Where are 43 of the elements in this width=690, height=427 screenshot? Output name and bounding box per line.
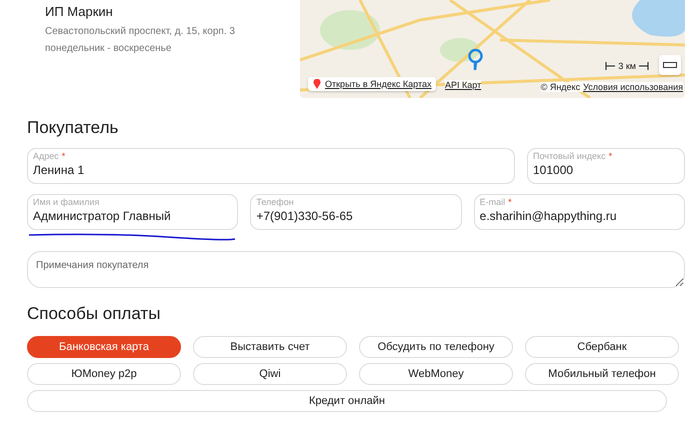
payment-method-button[interactable]: Обсудить по телефону [359, 336, 513, 358]
ruler-icon [663, 62, 677, 68]
pickup-point-address: Севастопольский проспект, д. 15, корп. 3 понедельник - воскресенье [45, 25, 236, 56]
map[interactable]: Открыть в Яндекс Картах API Карт 3 км © Яндекс Условия использования [300, 0, 685, 98]
field-input[interactable]: 101000 [533, 163, 679, 177]
required-mark: * [62, 151, 66, 161]
ruler-button[interactable] [659, 55, 681, 75]
scale-bar-icon [639, 62, 649, 70]
field-input[interactable]: e.sharihin@happything.ru [480, 209, 679, 223]
field-label: E-mail [480, 197, 506, 207]
terms-link[interactable]: Условия использования [583, 82, 683, 92]
section-heading: Покупатель [27, 118, 120, 138]
section-heading: Способы оплаты [27, 304, 162, 324]
notes-field[interactable]: Примечания покупателя [27, 251, 685, 288]
map-pin-icon [313, 79, 321, 89]
field-label: Телефон [256, 197, 294, 207]
required-mark: * [508, 197, 512, 207]
field-input[interactable]: Администратор Главный [33, 209, 232, 223]
open-in-maps-link[interactable]: Открыть в Яндекс Картах [308, 77, 436, 91]
text-field[interactable]: Телефон +7(901)330-56-65 [250, 194, 462, 230]
field-label: Имя и фамилия [33, 197, 100, 207]
text-field[interactable]: Адрес * Ленина 1 [27, 148, 515, 184]
field-input[interactable]: +7(901)330-56-65 [256, 209, 456, 223]
field-input[interactable]: Ленина 1 [33, 163, 509, 177]
copyright-text: © Яндекс [540, 82, 580, 92]
payment-method-button[interactable]: Банковская карта [27, 336, 181, 358]
text-field[interactable]: Имя и фамилия Администратор Главный [27, 194, 238, 230]
payment-method-button[interactable]: Выставить счет [193, 336, 347, 358]
field-label: Почтовый индекс [533, 151, 606, 161]
payment-method-button[interactable]: Кредит онлайн [27, 390, 667, 412]
payment-method-button[interactable]: WebMoney [359, 363, 513, 385]
field-label: Адрес [33, 151, 59, 161]
payment-method-button[interactable]: Сбербанк [525, 336, 679, 358]
text-field[interactable]: E-mail * e.sharihin@happything.ru [474, 194, 685, 230]
pickup-point-name: ИП Маркин [45, 4, 114, 19]
payment-method-button[interactable]: Мобильный телефон [525, 363, 679, 385]
payment-method-button[interactable]: ЮMoney p2p [27, 363, 181, 385]
text-field[interactable]: Почтовый индекс * 101000 [527, 148, 685, 184]
required-mark: * [608, 151, 612, 161]
scale-bar-icon [605, 62, 616, 70]
api-link[interactable]: API Карт [445, 80, 482, 90]
payment-method-button[interactable]: Qiwi [193, 363, 347, 385]
scale-label: 3 км [618, 61, 636, 71]
